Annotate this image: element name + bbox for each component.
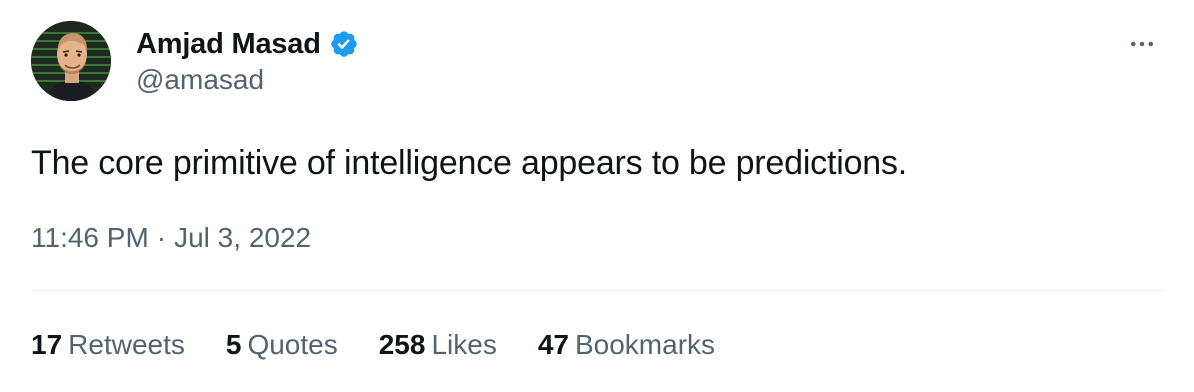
bookmarks-count: 47 xyxy=(537,329,569,360)
bookmarks-stat[interactable]: 47 Bookmarks xyxy=(538,329,715,361)
quotes-stat[interactable]: 5 Quotes xyxy=(226,329,338,361)
author-avatar[interactable] xyxy=(31,21,111,101)
more-options-button[interactable] xyxy=(1122,24,1162,64)
timestamp-separator: · xyxy=(156,222,167,253)
bookmarks-label: Bookmarks xyxy=(574,329,716,360)
quotes-label: Quotes xyxy=(247,329,338,360)
tweet-time-link[interactable]: 11:46 PM xyxy=(31,222,149,254)
author-name[interactable]: Amjad Masad xyxy=(136,28,321,61)
retweets-count: 17 xyxy=(31,329,63,360)
more-options-icon xyxy=(1131,41,1153,47)
divider xyxy=(31,290,1163,291)
cartoon-portrait-avatar-icon xyxy=(31,21,111,101)
engagement-stats: 17 Retweets 5 Quotes 258 Likes 47 Bookma… xyxy=(31,324,756,366)
author-name-row: Amjad Masad xyxy=(136,26,359,62)
verified-badge-icon[interactable] xyxy=(329,29,359,59)
tweet-timestamp: 11:46 PM · Jul 3, 2022 xyxy=(31,218,311,258)
tweet-date-link[interactable]: Jul 3, 2022 xyxy=(174,222,311,254)
quotes-count: 5 xyxy=(225,329,242,360)
retweets-label: Retweets xyxy=(68,329,185,360)
tweet-card: Amjad Masad @amasad The core primitive o… xyxy=(0,0,1194,392)
author-handle[interactable]: @amasad xyxy=(136,64,264,96)
retweets-stat[interactable]: 17 Retweets xyxy=(31,329,185,361)
likes-count: 258 xyxy=(378,329,426,360)
tweet-text: The core primitive of intelligence appea… xyxy=(31,144,908,182)
likes-label: Likes xyxy=(431,329,497,360)
likes-stat[interactable]: 258 Likes xyxy=(379,329,497,361)
